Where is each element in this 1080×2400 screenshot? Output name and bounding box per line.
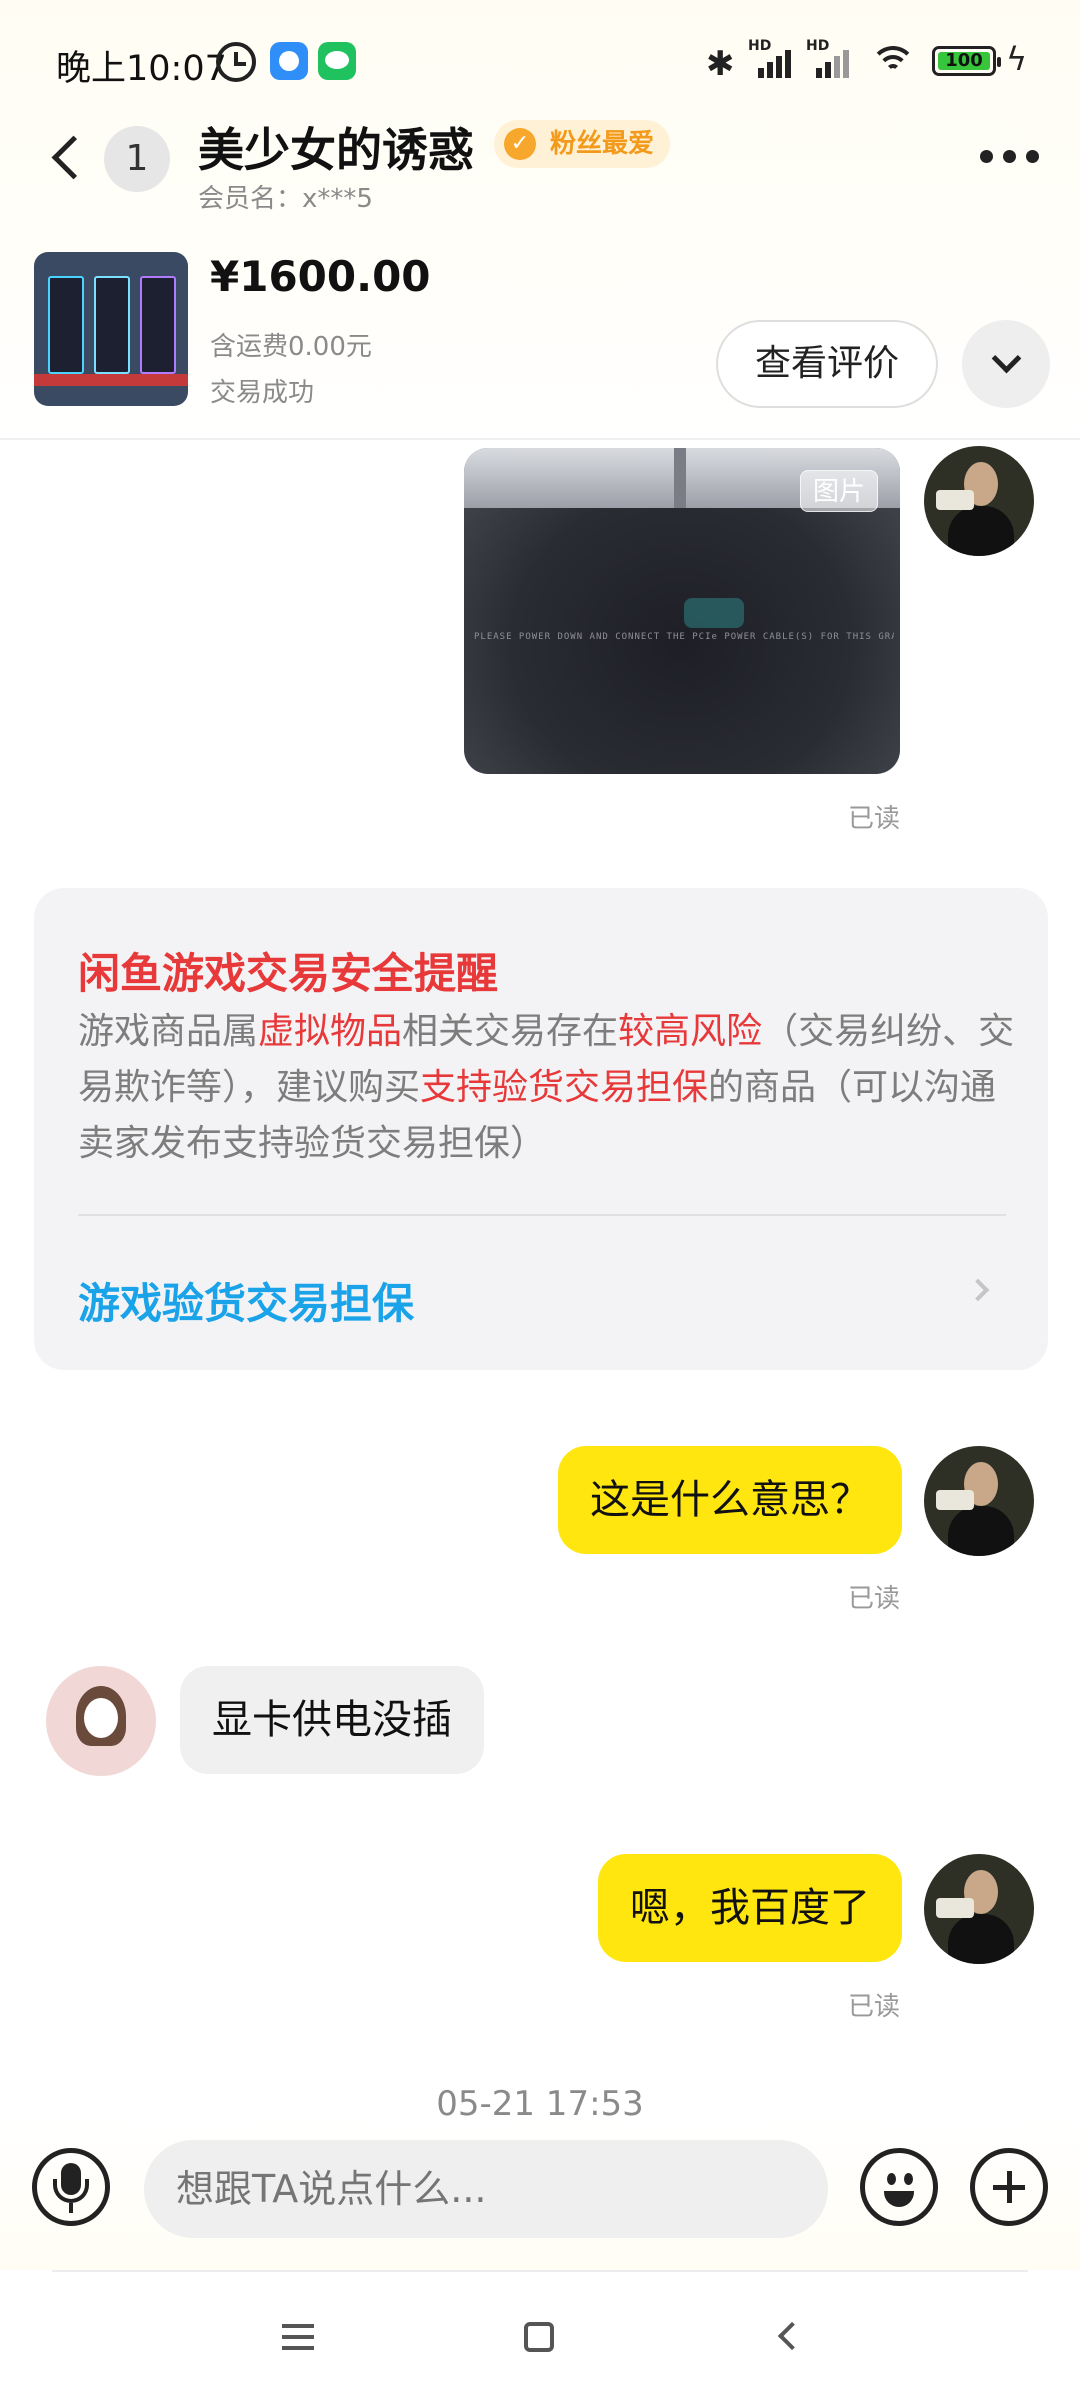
view-review-button[interactable]: 查看评价 (716, 320, 938, 408)
divider (52, 2270, 1028, 2272)
back-button[interactable] (44, 128, 94, 188)
signal-hd-label: HD (748, 38, 772, 54)
avatar[interactable] (924, 1854, 1034, 1964)
chevron-right-icon[interactable] (966, 1278, 990, 1302)
wifi-icon (868, 42, 918, 82)
safety-text-1: 游戏商品属 (78, 1011, 259, 1052)
trade-status: 交易成功 (210, 378, 315, 408)
alarm-icon (216, 42, 256, 82)
member-name: 会员名：x***5 (198, 184, 373, 214)
seller-nickname[interactable]: 美少女的诱惑 (198, 114, 474, 180)
status-bar: 晚上10:07 ✱ HD HD 100 ϟ (0, 30, 1080, 94)
divider (78, 1214, 1006, 1216)
status-time: 晚上10:07 (56, 49, 227, 89)
notification-app-icon (270, 42, 308, 80)
safety-highlight-3: 支持验货交易担保 (420, 1067, 709, 1108)
bluetooth-icon: ✱ (706, 44, 735, 84)
message-input[interactable] (144, 2140, 828, 2238)
system-navigation-bar (0, 2270, 1080, 2400)
battery-level: 100 (938, 52, 990, 70)
safety-highlight-1: 虚拟物品 (258, 1011, 403, 1052)
product-thumbnail[interactable] (34, 252, 188, 406)
avatar[interactable] (924, 446, 1034, 556)
wechat-icon (318, 42, 356, 80)
read-status: 已读 (848, 1992, 901, 2022)
safety-reminder-card: 闲鱼游戏交易安全提醒 游戏商品属虚拟物品相关交易存在较高风险（交易纠纷、交易欺诈… (34, 888, 1048, 1370)
safety-body: 游戏商品属虚拟物品相关交易存在较高风险（交易纠纷、交易欺诈等），建议购买支持验货… (78, 1004, 1018, 1172)
inspection-guarantee-link[interactable]: 游戏验货交易担保 (78, 1270, 414, 1331)
shipping-fee: 含运费0.00元 (210, 332, 372, 362)
message-bubble-received[interactable]: 显卡供电没插 (180, 1666, 484, 1774)
signal-icon-2: HD (806, 38, 856, 82)
avatar[interactable] (46, 1666, 156, 1776)
check-shield-icon: ✓ (504, 128, 536, 160)
safety-title: 闲鱼游戏交易安全提醒 (78, 949, 499, 998)
fan-badge-label: 粉丝最爱 (550, 129, 655, 159)
image-tag: 图片 (800, 470, 879, 512)
plus-icon[interactable] (970, 2148, 1048, 2226)
product-price: ¥1600.00 (210, 252, 431, 301)
safety-highlight-2: 较高风险 (618, 1011, 763, 1052)
read-status: 已读 (848, 804, 901, 834)
unread-count-badge[interactable]: 1 (104, 126, 170, 192)
read-status: 已读 (848, 1584, 901, 1614)
message-bubble-sent[interactable]: 嗯，我百度了 (598, 1854, 902, 1962)
conversation-header-area: 晚上10:07 ✱ HD HD 100 ϟ 1 美少女的诱惑 ✓ 粉丝最爱 会员… (0, 0, 1080, 440)
signal-hd-label-2: HD (806, 38, 830, 54)
fan-favorite-badge: ✓ 粉丝最爱 (494, 120, 671, 168)
emoji-icon[interactable] (860, 2148, 938, 2226)
home-icon[interactable] (524, 2322, 554, 2352)
message-timestamp: 05-21 17:53 (436, 2084, 644, 2124)
microphone-icon[interactable] (32, 2148, 110, 2226)
battery-icon: 100 (932, 46, 1001, 76)
charging-icon: ϟ (1006, 40, 1028, 78)
image-error-text: PLEASE POWER DOWN AND CONNECT THE PCIe P… (474, 632, 894, 642)
input-bar (0, 2120, 1080, 2270)
avatar[interactable] (924, 1446, 1034, 1556)
chevron-down-icon[interactable] (962, 320, 1050, 408)
more-options-button[interactable] (980, 150, 1040, 164)
back-icon[interactable] (777, 2321, 807, 2351)
menu-icon[interactable] (282, 2324, 314, 2350)
safety-text-2: 相关交易存在 (402, 1011, 619, 1052)
message-bubble-sent[interactable]: 这是什么意思？ (558, 1446, 902, 1554)
signal-icon: HD (748, 38, 798, 82)
